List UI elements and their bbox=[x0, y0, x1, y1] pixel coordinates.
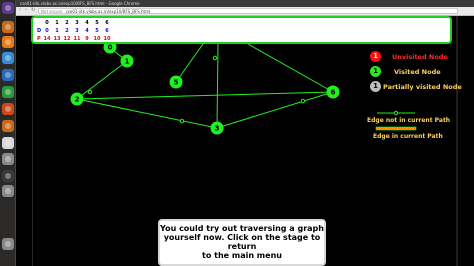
edge-in-line bbox=[375, 126, 417, 131]
instruction-message[interactable]: You could try out traversing a graph you… bbox=[158, 219, 326, 266]
legend-edge-not-label: Edge not in current Path bbox=[367, 117, 451, 124]
message-line-1: You could try out traversing a graph bbox=[160, 224, 324, 233]
message-line-3: to the main menu bbox=[202, 251, 282, 260]
message-line-2: yourself now. Click on the stage to retu… bbox=[163, 233, 321, 251]
legend-edge-in-label: Edge in current Path bbox=[373, 133, 443, 140]
edge-not-dot bbox=[393, 110, 399, 116]
